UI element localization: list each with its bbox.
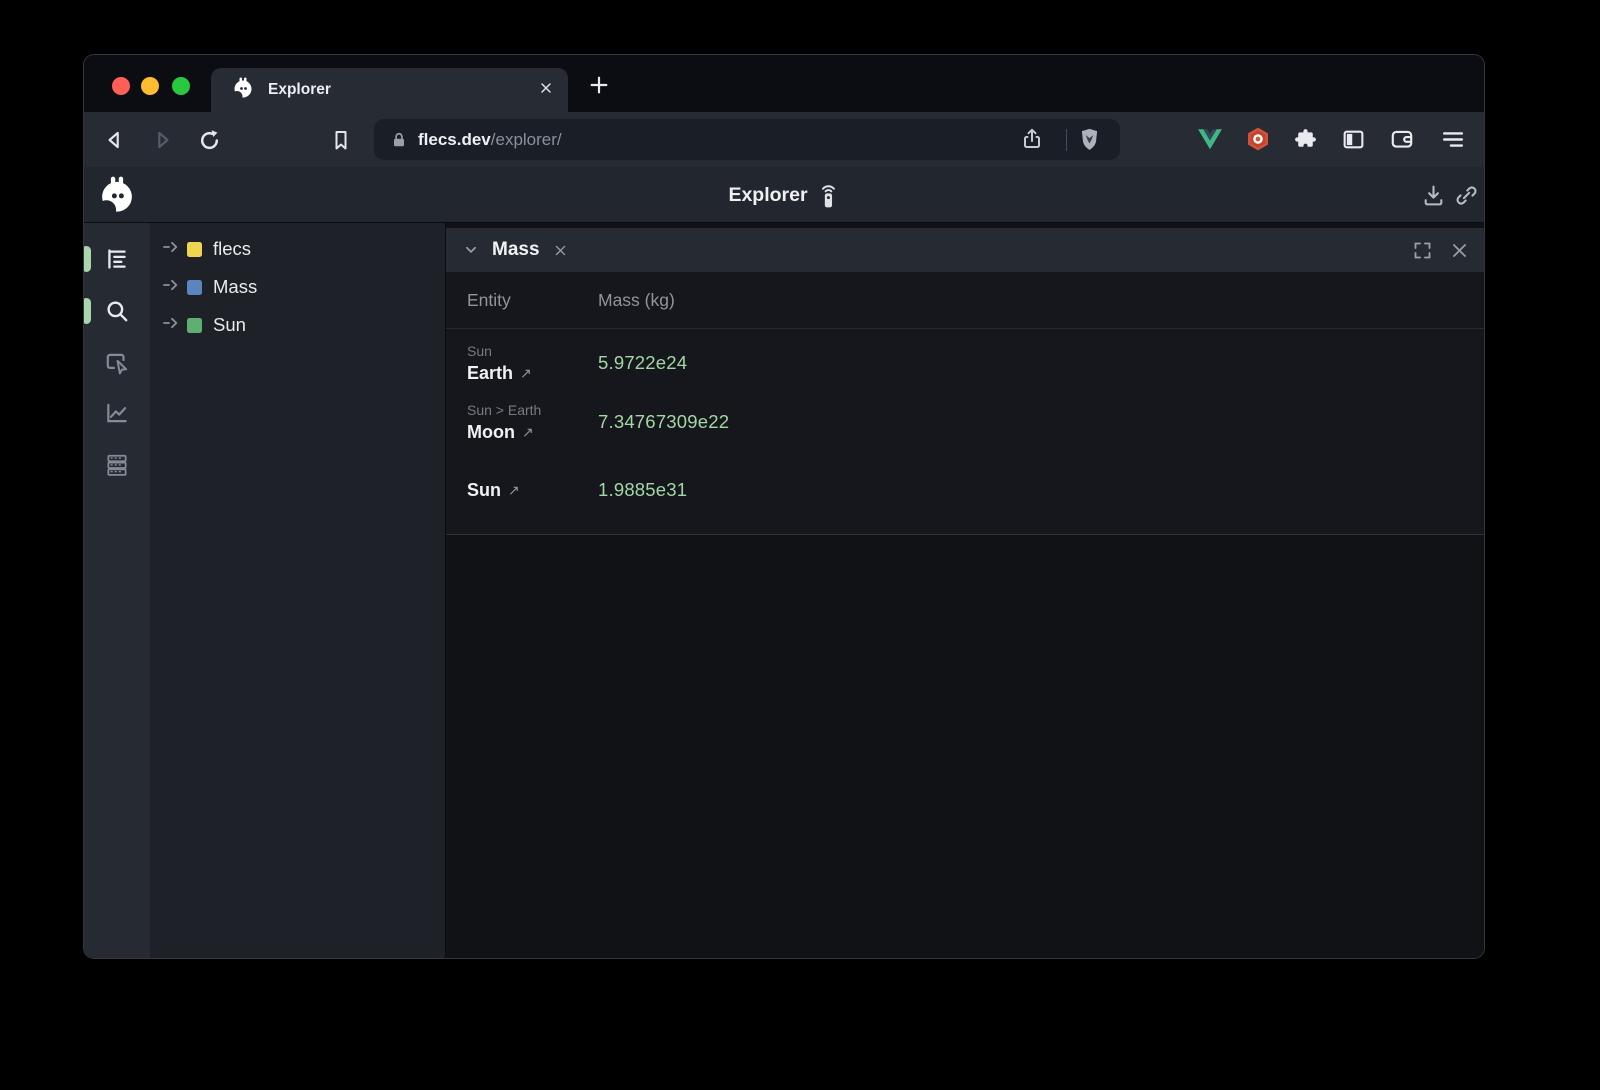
entity-tree-panel: flecs Mass Sun bbox=[150, 223, 445, 958]
bookmark-icon[interactable] bbox=[327, 126, 355, 154]
inspect-icon[interactable] bbox=[104, 350, 130, 376]
mass-value: 7.34767309e22 bbox=[598, 411, 729, 433]
brave-shield-icon[interactable] bbox=[1076, 125, 1103, 159]
query-result-table: Entity Mass (kg) Sun Earth ↗ 5.9722e24 Su… bbox=[446, 272, 1484, 535]
table-header-row: Entity Mass (kg) bbox=[446, 272, 1484, 329]
tree-panel-icon[interactable] bbox=[104, 246, 130, 272]
share-icon[interactable] bbox=[1020, 127, 1044, 156]
panel-close-icon[interactable] bbox=[1450, 241, 1469, 260]
tab-close-icon[interactable] bbox=[538, 80, 554, 101]
remote-connection-icon[interactable] bbox=[818, 182, 840, 209]
column-header-mass: Mass (kg) bbox=[598, 290, 675, 311]
main-panel: Mass Entity Mass (kg) Sun Ea bbox=[445, 223, 1484, 958]
new-tab-button[interactable] bbox=[585, 71, 613, 99]
open-entity-icon[interactable]: ↗ bbox=[522, 424, 534, 441]
search-panel-active-indicator bbox=[84, 298, 91, 324]
query-tab-close-icon[interactable] bbox=[553, 243, 568, 258]
tree-item-mass[interactable]: Mass bbox=[150, 268, 445, 306]
page-title: Explorer bbox=[728, 184, 807, 207]
fullscreen-icon[interactable] bbox=[1412, 240, 1433, 261]
entity-name[interactable]: Sun bbox=[467, 480, 501, 501]
tree-item-label: Sun bbox=[213, 314, 246, 336]
tab-title: Explorer bbox=[268, 81, 538, 99]
vue-extension-icon[interactable] bbox=[1196, 125, 1224, 153]
flecs-favicon bbox=[231, 76, 255, 105]
flecs-logo bbox=[96, 174, 138, 221]
address-bar[interactable]: flecs.dev/explorer/ bbox=[374, 119, 1120, 160]
app-content: flecs Mass Sun Mass bbox=[84, 223, 1484, 958]
tree-item-label: flecs bbox=[213, 238, 251, 260]
tab-explorer[interactable]: Explorer bbox=[211, 68, 568, 112]
entity-parent-path: Sun bbox=[467, 343, 598, 359]
extensions-puzzle-icon[interactable] bbox=[1291, 125, 1319, 153]
download-icon[interactable] bbox=[1421, 183, 1446, 213]
zoom-window-button[interactable] bbox=[172, 77, 190, 95]
app-header: Explorer bbox=[84, 167, 1484, 223]
menu-icon[interactable] bbox=[1438, 125, 1466, 153]
mass-value: 5.9722e24 bbox=[598, 352, 687, 374]
table-row[interactable]: Sun Earth ↗ 5.9722e24 bbox=[467, 341, 1484, 385]
open-entity-icon[interactable]: ↗ bbox=[520, 365, 532, 382]
address-bar-separator bbox=[1066, 129, 1067, 151]
entity-parent-path: Sun > Earth bbox=[467, 402, 598, 418]
tab-strip: Explorer bbox=[84, 55, 1484, 112]
expand-arrow-icon[interactable] bbox=[163, 240, 179, 258]
url-text: flecs.dev/explorer/ bbox=[418, 130, 562, 150]
query-panel-header: Mass bbox=[446, 228, 1484, 272]
table-row[interactable]: Sun ↗ 1.9885e31 bbox=[467, 468, 1484, 512]
tree-panel-active-indicator bbox=[84, 246, 91, 272]
expand-arrow-icon[interactable] bbox=[163, 278, 179, 296]
forward-icon[interactable] bbox=[148, 126, 176, 154]
back-icon[interactable] bbox=[101, 126, 129, 154]
panel-icon-strip bbox=[84, 223, 150, 958]
tree-item-label: Mass bbox=[213, 276, 257, 298]
navigation-bar: flecs.dev/explorer/ bbox=[84, 112, 1484, 167]
charts-icon[interactable] bbox=[104, 400, 130, 426]
mass-value: 1.9885e31 bbox=[598, 479, 687, 501]
entity-color-square bbox=[187, 318, 202, 333]
tables-icon[interactable] bbox=[104, 452, 130, 478]
hex-extension-icon[interactable] bbox=[1244, 125, 1272, 153]
browser-window: Explorer flecs.dev/explorer/ bbox=[84, 55, 1484, 958]
tree-item-sun[interactable]: Sun bbox=[150, 306, 445, 344]
entity-name[interactable]: Earth bbox=[467, 363, 513, 384]
minimize-window-button[interactable] bbox=[141, 77, 159, 95]
open-entity-icon[interactable]: ↗ bbox=[508, 482, 520, 499]
sidebar-toggle-icon[interactable] bbox=[1339, 125, 1367, 153]
reload-icon[interactable] bbox=[195, 126, 223, 154]
lock-icon bbox=[389, 130, 409, 150]
close-window-button[interactable] bbox=[112, 77, 130, 95]
search-icon[interactable] bbox=[104, 298, 130, 324]
query-tab-label: Mass bbox=[492, 239, 540, 261]
tree-item-flecs[interactable]: flecs bbox=[150, 230, 445, 268]
table-row[interactable]: Sun > Earth Moon ↗ 7.34767309e22 bbox=[467, 400, 1484, 444]
chevron-down-icon[interactable] bbox=[462, 241, 480, 259]
column-header-entity: Entity bbox=[467, 290, 598, 311]
entity-name[interactable]: Moon bbox=[467, 422, 515, 443]
expand-arrow-icon[interactable] bbox=[163, 316, 179, 334]
wallet-icon[interactable] bbox=[1388, 125, 1416, 153]
link-icon[interactable] bbox=[1454, 183, 1479, 213]
entity-color-square bbox=[187, 242, 202, 257]
entity-color-square bbox=[187, 280, 202, 295]
